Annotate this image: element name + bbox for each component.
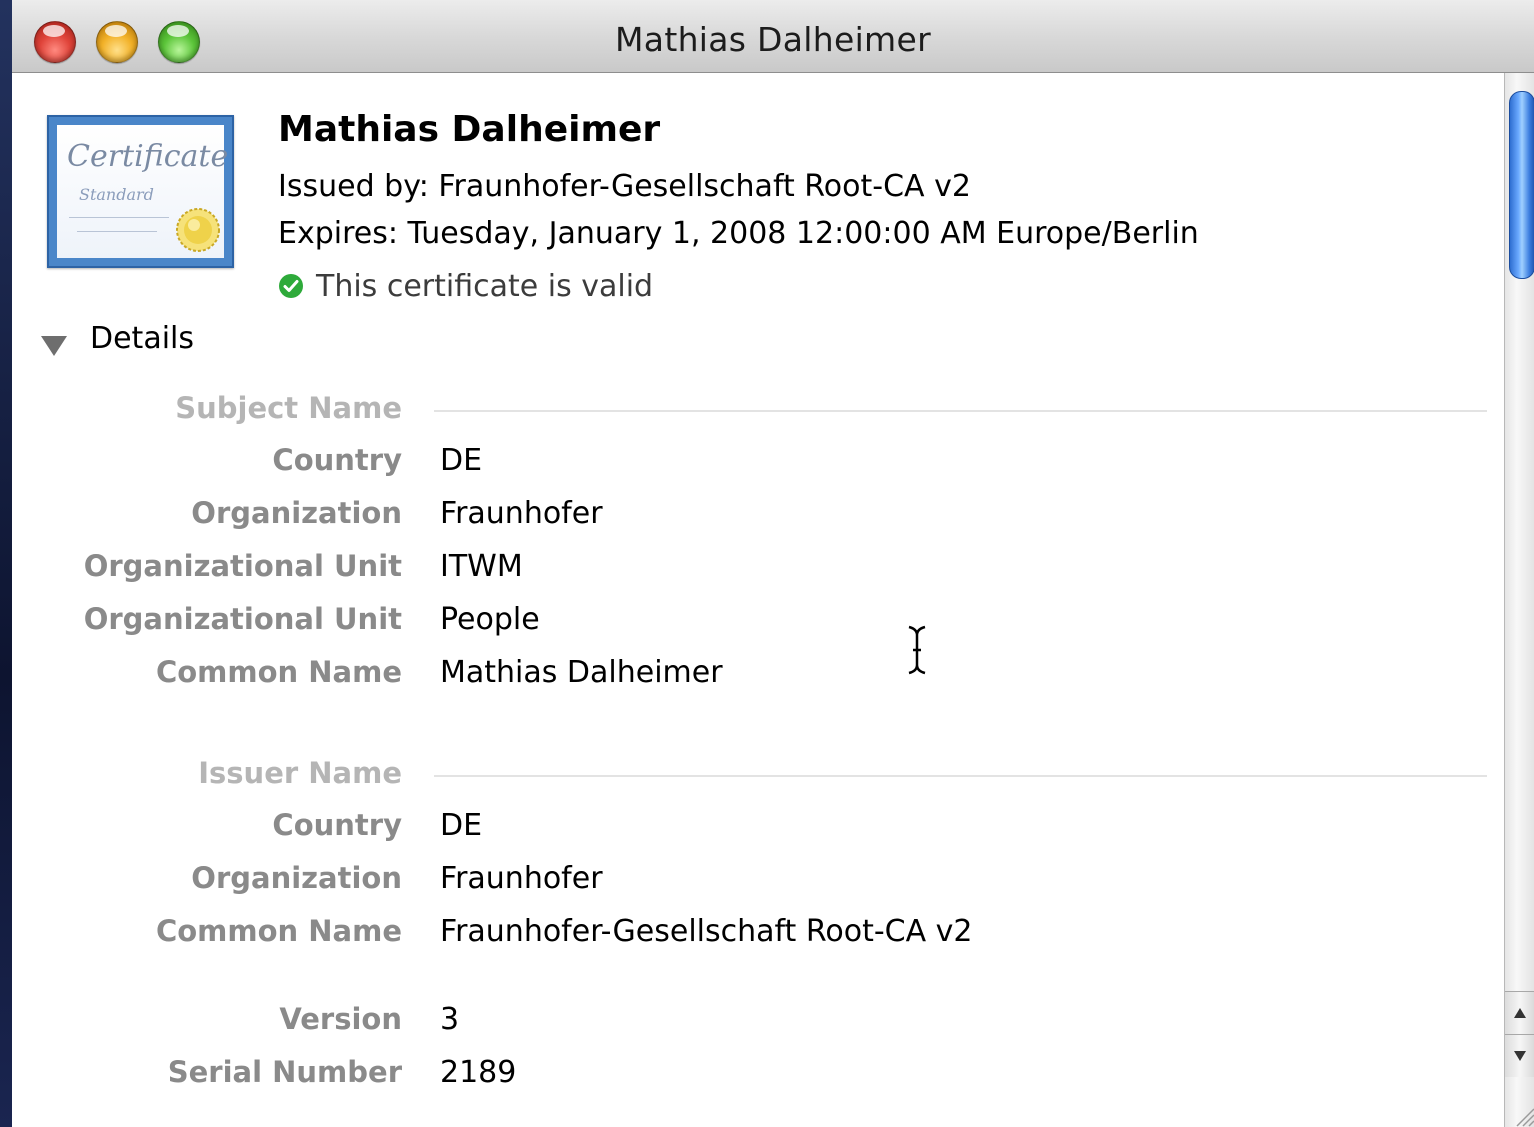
subject-organization-value[interactable]: Fraunhofer <box>440 496 603 531</box>
certificate-name: Mathias Dalheimer <box>278 109 661 150</box>
arrow-down-icon <box>1514 1051 1526 1061</box>
arrow-up-icon <box>1514 1008 1526 1018</box>
issuer-organization-label: Organization <box>191 861 402 895</box>
serial-number-value[interactable]: 2189 <box>440 1055 516 1090</box>
issuer-name-heading: Issuer Name <box>198 756 402 790</box>
validity-status-label: This certificate is valid <box>316 269 654 304</box>
scroll-down-button[interactable] <box>1505 1034 1534 1077</box>
section-divider <box>434 775 1487 777</box>
subject-country-value[interactable]: DE <box>440 443 482 478</box>
certificate-window: Mathias Dalheimer Certificate Standard M… <box>12 0 1534 1127</box>
scrollbar-thumb[interactable] <box>1509 91 1534 279</box>
subject-name-heading: Subject Name <box>175 391 402 425</box>
issuer-country-value[interactable]: DE <box>440 808 482 843</box>
desktop-background <box>0 0 12 1127</box>
details-disclosure-toggle[interactable]: Details <box>38 321 238 361</box>
certificate-content: Certificate Standard Mathias Dalheimer I… <box>12 73 1504 1127</box>
seal-icon <box>176 208 220 252</box>
issuer-common-name-label: Common Name <box>155 914 402 948</box>
checkmark-circle-icon <box>279 274 303 298</box>
window-title: Mathias Dalheimer <box>615 20 931 59</box>
issuer-common-name-value[interactable]: Fraunhofer-Gesellschaft Root-CA v2 <box>440 914 973 949</box>
subject-common-name-value[interactable]: Mathias Dalheimer <box>440 655 723 690</box>
issued-by-text: Issued by: Fraunhofer-Gesellschaft Root-… <box>278 169 971 204</box>
resize-grip-icon[interactable] <box>1507 1099 1534 1127</box>
expires-text: Expires: Tuesday, January 1, 2008 12:00:… <box>278 216 1199 251</box>
subject-org-unit-label: Organizational Unit <box>83 602 402 636</box>
subject-organization-label: Organization <box>191 496 402 530</box>
version-label: Version <box>279 1002 402 1036</box>
certificate-icon-subtitle: Standard <box>79 185 154 204</box>
serial-number-label: Serial Number <box>167 1055 402 1089</box>
title-bar[interactable]: Mathias Dalheimer <box>12 0 1534 73</box>
text-cursor-icon <box>908 625 926 675</box>
disclosure-triangle-down-icon[interactable] <box>40 335 68 357</box>
version-value[interactable]: 3 <box>440 1002 459 1037</box>
subject-common-name-label: Common Name <box>155 655 402 689</box>
subject-org-unit-value[interactable]: People <box>440 602 540 637</box>
details-label: Details <box>90 321 195 356</box>
certificate-icon: Certificate Standard <box>47 115 234 268</box>
subject-org-unit-label: Organizational Unit <box>83 549 402 583</box>
issuer-organization-value[interactable]: Fraunhofer <box>440 861 603 896</box>
issuer-country-label: Country <box>272 808 402 842</box>
section-divider <box>434 410 1487 412</box>
vertical-scrollbar[interactable] <box>1504 73 1534 1127</box>
certificate-icon-title: Certificate <box>67 139 229 174</box>
scroll-up-button[interactable] <box>1505 991 1534 1034</box>
subject-org-unit-value[interactable]: ITWM <box>440 549 523 584</box>
subject-country-label: Country <box>272 443 402 477</box>
